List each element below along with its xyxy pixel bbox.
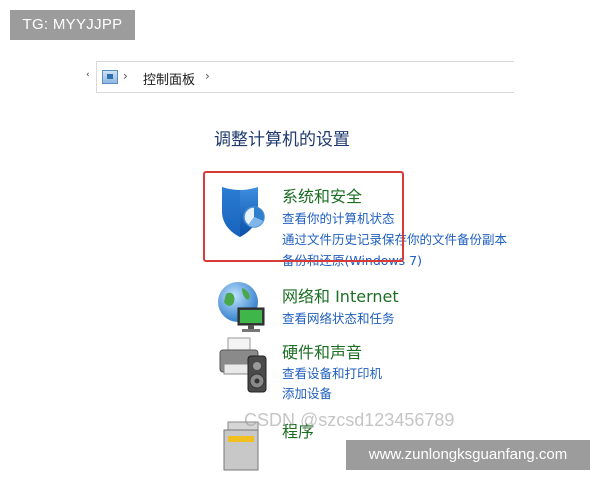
link-add-device[interactable]: 添加设备 (282, 383, 332, 402)
tg-watermark: TG: MYYJJPP (10, 10, 135, 40)
highlight-box (203, 171, 404, 262)
control-panel-icon (102, 70, 118, 84)
page-title: 调整计算机的设置 (214, 130, 350, 150)
link-devices-printers[interactable]: 查看设备和打印机 (282, 363, 382, 382)
link-network-status[interactable]: 查看网络状态和任务 (282, 308, 395, 327)
address-bar[interactable]: › 控制面板 › (96, 61, 514, 93)
page: TG: MYYJJPP ‹ › 控制面板 › 调整计算机的设置 系统和安全 查看… (0, 0, 600, 480)
csdn-watermark: CSDN @szcsd123456789 (244, 410, 455, 430)
network-globe-icon[interactable] (214, 278, 274, 338)
breadcrumb-separator[interactable]: › (205, 69, 210, 83)
category-heading-hardware-sound[interactable]: 硬件和声音 (282, 339, 362, 363)
category-heading-network-internet[interactable]: 网络和 Internet (282, 283, 399, 307)
nav-back-arrow[interactable]: ‹ (86, 70, 90, 80)
url-watermark: www.zunlongksguanfang.com (346, 440, 590, 470)
printer-speaker-icon[interactable] (214, 336, 274, 396)
breadcrumb-separator[interactable]: › (123, 69, 128, 83)
breadcrumb-control-panel[interactable]: 控制面板 (143, 69, 195, 88)
